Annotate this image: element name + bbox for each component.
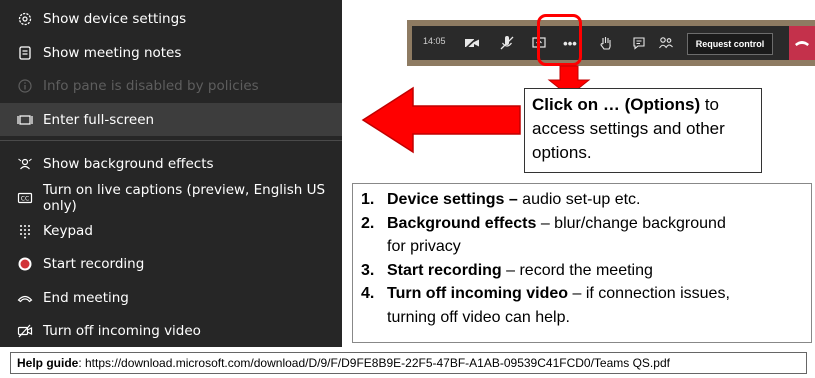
step-desc: – blur/change background: [536, 214, 726, 232]
step-number: 3.: [361, 261, 375, 279]
step-desc: audio set-up etc.: [517, 191, 641, 208]
step-item: 2. Background effects – blur/change back…: [361, 212, 803, 236]
left-arrow: [361, 86, 521, 154]
help-url-link[interactable]: : https://download.microsoft.com/downloa…: [78, 356, 670, 370]
step-title: Start recording: [387, 261, 502, 279]
step-title: Background effects: [387, 214, 537, 232]
step-number: 2.: [361, 214, 375, 232]
step-desc-continued: for privacy: [387, 238, 461, 255]
callout-box: Click on … (Options) to access settings …: [524, 88, 762, 173]
step-desc: – record the meeting: [501, 261, 653, 279]
step-number: 4.: [361, 285, 375, 302]
steps-box: 1. Device settings – audio set-up etc. 2…: [352, 183, 812, 343]
callout-bold: Click on … (Options): [532, 95, 701, 114]
step-item: 1. Device settings – audio set-up etc.: [361, 188, 803, 212]
step-item: 3. Start recording – record the meeting: [361, 259, 803, 283]
step-title: Turn off incoming video: [387, 285, 569, 302]
help-label: Help guide: [17, 356, 79, 370]
step-desc-continued: turning off video can help.: [387, 308, 570, 326]
step-desc: – if connection issues,: [568, 285, 730, 302]
step-item: 4. Turn off incoming video – if connecti…: [361, 282, 803, 306]
step-number: 1.: [361, 191, 375, 208]
help-guide-bar: Help guide: https://download.microsoft.c…: [10, 352, 807, 374]
step-title: Device settings –: [387, 191, 518, 208]
